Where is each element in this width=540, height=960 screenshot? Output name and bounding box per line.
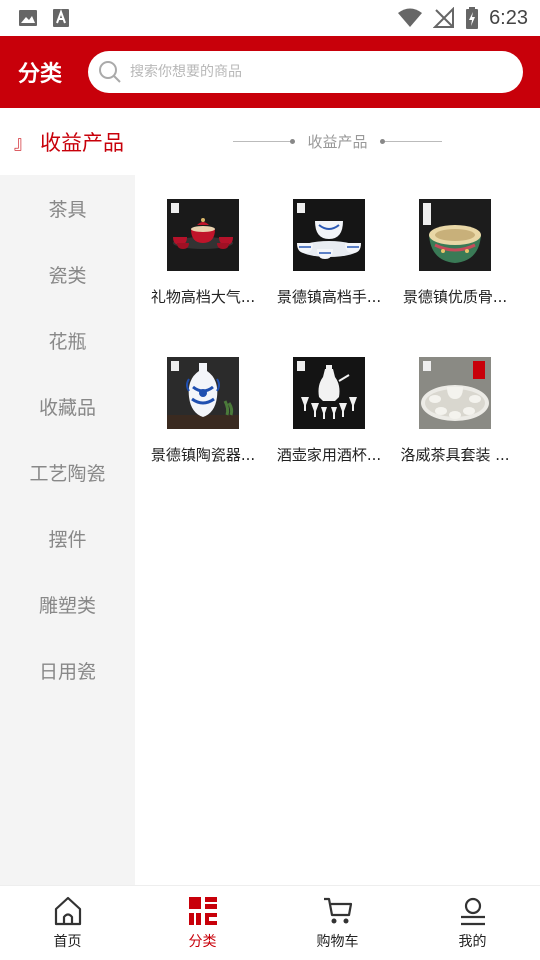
sidebar-item-ornaments[interactable]: 摆件	[0, 505, 135, 571]
section-subtitle: 收益产品	[307, 133, 368, 151]
divider-left	[233, 139, 296, 144]
product-name: 酒壶家用酒杯...	[276, 446, 382, 464]
product-card[interactable]: 洛威茶具套装 ...	[392, 348, 518, 506]
product-card[interactable]: 景德镇优质骨...	[392, 190, 518, 348]
product-name: 景德镇优质骨...	[402, 288, 508, 306]
search-input[interactable]	[130, 64, 510, 80]
sidebar-item-vases[interactable]: 花瓶	[0, 307, 135, 373]
nav-cart[interactable]: 购物车	[270, 886, 405, 960]
category-icon	[188, 897, 217, 925]
nav-mine-label: 我的	[458, 934, 487, 950]
nav-category-label: 分类	[188, 934, 217, 950]
product-image[interactable]	[419, 199, 491, 271]
category-sidebar: 茶具 瓷类 花瓶 收藏品 工艺陶瓷 摆件 雕塑类 日用瓷	[0, 175, 135, 885]
sidebar-item-daily-porcelain[interactable]: 日用瓷	[0, 637, 135, 703]
nav-cart-label: 购物车	[316, 934, 359, 950]
product-image[interactable]	[293, 357, 365, 429]
sidebar-item-collectibles[interactable]: 收藏品	[0, 373, 135, 439]
font-notification-icon	[53, 9, 69, 27]
sidebar-item-tea-sets[interactable]: 茶具	[0, 175, 135, 241]
section-header: 』 收益产品 收益产品	[0, 108, 540, 175]
battery-charging-icon	[466, 7, 479, 29]
bottom-navigation: 首页 分类 购物车 我的	[0, 885, 540, 960]
status-bar: 6:23	[0, 0, 540, 36]
nav-home[interactable]: 首页	[0, 886, 135, 960]
product-image[interactable]	[167, 357, 239, 429]
sidebar-item-porcelain[interactable]: 瓷类	[0, 241, 135, 307]
section-mark: 』	[14, 132, 32, 154]
product-image[interactable]	[419, 357, 491, 429]
no-signal-icon	[433, 7, 455, 28]
nav-category[interactable]: 分类	[135, 886, 270, 960]
product-name: 洛威茶具套装 ...	[400, 446, 510, 464]
search-bar[interactable]	[88, 51, 523, 93]
status-time: 6:23	[489, 6, 528, 29]
product-image[interactable]	[167, 199, 239, 271]
nav-mine[interactable]: 我的	[405, 886, 540, 960]
page-title: 分类	[18, 62, 63, 87]
divider-right	[379, 139, 442, 144]
gallery-notification-icon	[19, 10, 37, 26]
nav-home-label: 首页	[53, 934, 82, 950]
product-grid: 礼物高档大气... 景德镇高档手... 景德镇优质骨... 景德镇陶瓷器... …	[140, 190, 535, 506]
product-card[interactable]: 景德镇高档手...	[266, 190, 392, 348]
product-name: 景德镇陶瓷器...	[150, 446, 256, 464]
home-icon	[54, 896, 81, 926]
app-header: 分类	[0, 36, 540, 108]
product-card[interactable]: 酒壶家用酒杯...	[266, 348, 392, 506]
user-icon	[460, 897, 485, 926]
search-icon	[99, 61, 121, 83]
sidebar-item-craft-ceramics[interactable]: 工艺陶瓷	[0, 439, 135, 505]
product-name: 礼物高档大气...	[150, 288, 256, 306]
sidebar-item-sculptures[interactable]: 雕塑类	[0, 571, 135, 637]
product-name: 景德镇高档手...	[276, 288, 382, 306]
product-card[interactable]: 礼物高档大气...	[140, 190, 266, 348]
product-card[interactable]: 景德镇陶瓷器...	[140, 348, 266, 506]
cart-icon	[323, 897, 352, 924]
product-image[interactable]	[293, 199, 365, 271]
section-title: 收益产品	[40, 130, 124, 155]
wifi-icon	[398, 8, 423, 27]
